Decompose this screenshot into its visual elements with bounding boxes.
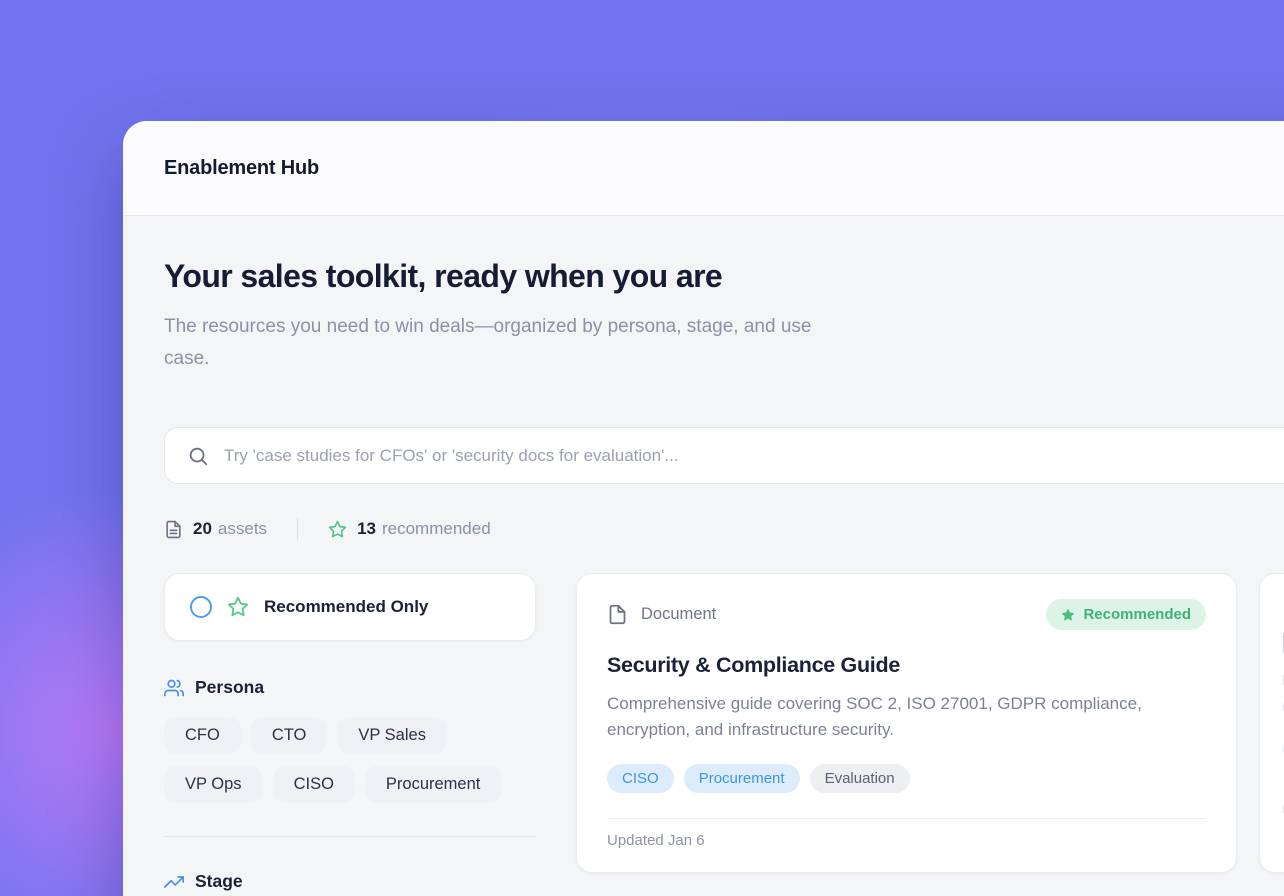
tag-evaluation: Evaluation xyxy=(810,764,910,793)
app-header: Enablement Hub xyxy=(123,121,1284,216)
document-icon xyxy=(607,604,628,625)
star-icon xyxy=(328,520,347,539)
recommended-label: recommended xyxy=(382,519,491,539)
persona-chip-cto[interactable]: CTO xyxy=(251,717,328,754)
desktop-background: Enablement Hub Your sales toolkit, ready… xyxy=(0,0,1284,896)
trending-up-icon xyxy=(164,872,184,892)
stage-section-heading: Stage xyxy=(164,871,536,892)
asset-cards-grid: Document Recommended Security & Complian… xyxy=(576,573,1284,873)
tag-procurement: Procurement xyxy=(684,764,800,793)
persona-label: Persona xyxy=(195,677,264,698)
persona-chip-vp-sales[interactable]: VP Sales xyxy=(337,717,447,754)
sidebar-divider xyxy=(164,836,536,837)
asset-updated: Updated Jan 6 xyxy=(607,819,1206,849)
filters-sidebar: Recommended Only Persona CFO CTO VP Sale… xyxy=(164,573,536,892)
persona-chip-ciso[interactable]: CISO xyxy=(273,766,355,803)
asset-tags: CISO Procurement Evaluation xyxy=(607,764,1206,793)
asset-card-header: Document Recommended xyxy=(607,599,1206,630)
tag-ciso: CISO xyxy=(607,764,674,793)
recommended-only-toggle[interactable]: Recommended Only xyxy=(164,573,536,641)
app-title: Enablement Hub xyxy=(164,157,319,180)
page-subtitle: The resources you need to win deals—orga… xyxy=(164,311,1284,375)
asset-type-label: Document xyxy=(641,605,716,624)
asset-title: Security & Compliance Guide xyxy=(607,653,1206,678)
persona-chip-cfo[interactable]: CFO xyxy=(164,717,241,754)
users-icon xyxy=(164,678,184,698)
persona-chip-vp-ops[interactable]: VP Ops xyxy=(164,766,263,803)
recommended-badge-label: Recommended xyxy=(1083,606,1191,623)
star-icon xyxy=(227,596,249,618)
asset-card[interactable]: Document Recommended Security & Complian… xyxy=(576,573,1237,873)
stats-divider xyxy=(297,518,298,540)
asset-description-line1: Comprehensive guide covering SOC 2, ISO … xyxy=(607,691,1206,717)
asset-card-clipped[interactable] xyxy=(1259,573,1284,873)
persona-section-heading: Persona xyxy=(164,677,536,698)
search-bar[interactable] xyxy=(164,427,1284,484)
star-filled-icon xyxy=(1061,608,1075,622)
page-title: Your sales toolkit, ready when you are xyxy=(164,258,1284,295)
content-row: Recommended Only Persona CFO CTO VP Sale… xyxy=(164,573,1284,892)
stage-label: Stage xyxy=(195,871,243,892)
radio-circle-icon[interactable] xyxy=(190,596,212,618)
stats-row: 20 assets 13 recommended xyxy=(164,518,1284,540)
recommended-badge: Recommended xyxy=(1046,599,1206,630)
search-input[interactable] xyxy=(224,446,1284,466)
app-window: Enablement Hub Your sales toolkit, ready… xyxy=(123,121,1284,896)
assets-count: 20 xyxy=(193,519,212,539)
page-subtitle-line2: case. xyxy=(164,343,1284,375)
page-subtitle-line1: The resources you need to win deals—orga… xyxy=(164,311,1284,343)
file-text-icon xyxy=(164,520,183,539)
assets-label: assets xyxy=(218,519,267,539)
main-content: Your sales toolkit, ready when you are T… xyxy=(123,216,1284,896)
asset-description: Comprehensive guide covering SOC 2, ISO … xyxy=(607,691,1206,743)
persona-chips: CFO CTO VP Sales VP Ops CISO Procurement xyxy=(164,717,536,803)
search-icon xyxy=(187,445,209,467)
asset-type: Document xyxy=(607,604,716,625)
recommended-count: 13 xyxy=(357,519,376,539)
persona-chip-procurement[interactable]: Procurement xyxy=(365,766,501,803)
recommended-only-label: Recommended Only xyxy=(264,597,428,617)
asset-description-line2: encryption, and infrastructure security. xyxy=(607,717,1206,743)
